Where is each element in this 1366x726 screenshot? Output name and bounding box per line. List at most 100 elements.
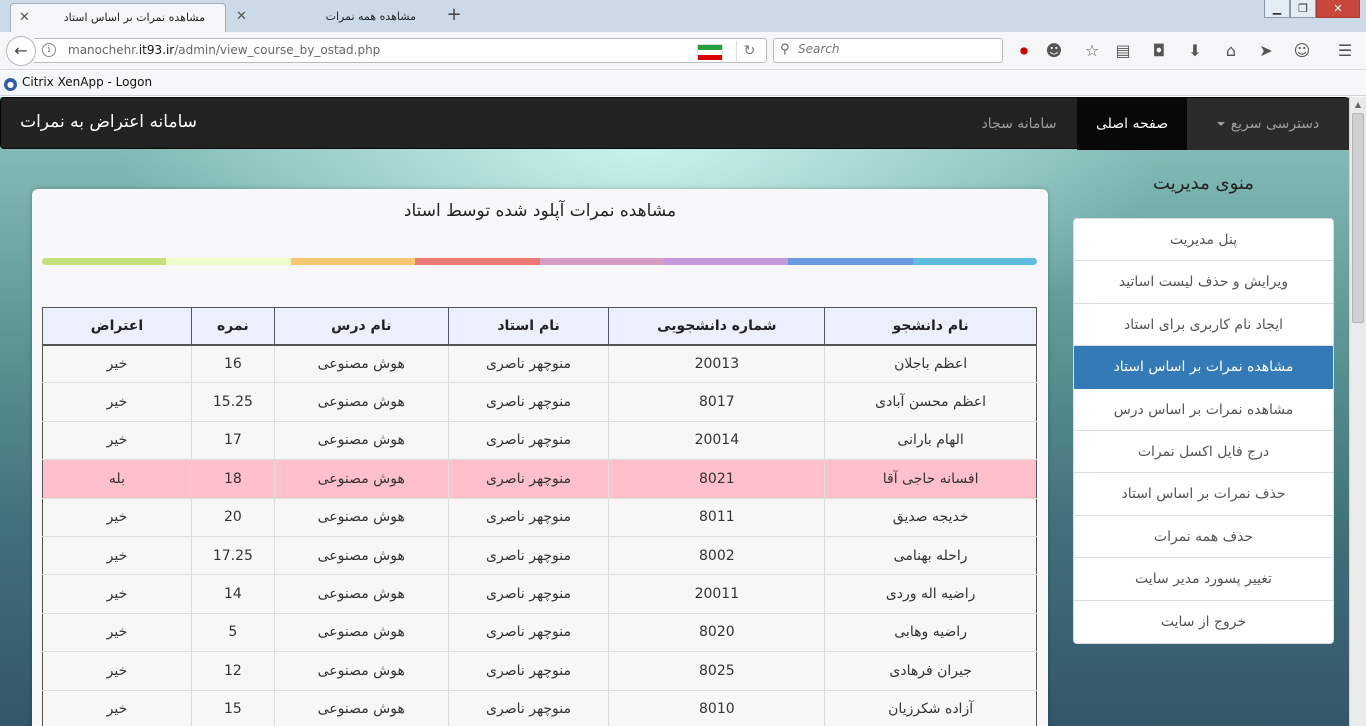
cell-student-name: آزاده شکرزیان: [824, 689, 1037, 726]
header-grade: نمره: [190, 307, 275, 346]
nav-sajad-system[interactable]: سامانه سجاد: [961, 98, 1077, 150]
avatar-menu-icon[interactable]: ☻: [1042, 39, 1066, 63]
stripe-segment: [912, 258, 1037, 265]
address-bar[interactable]: i manochehr.it93.ir/admin/view_course_by…: [34, 38, 767, 63]
cell-student-name: خدیجه صدیق: [824, 497, 1037, 537]
cell-teacher-name: منوچهر ناصری: [447, 459, 610, 499]
cell-student-id: 8002: [608, 535, 826, 576]
info-icon[interactable]: i: [42, 43, 56, 57]
tab-view-all-grades[interactable]: مشاهده همه نمرات ✕: [228, 3, 436, 32]
tab-title: مشاهده همه نمرات: [325, 10, 416, 23]
scroll-thumb[interactable]: [1352, 113, 1364, 323]
grades-table-body: اعظم باجلان 20013 منوچهر ناصری هوش مصنوعی 16…: [42, 343, 1037, 726]
restore-icon[interactable]: ❐: [1290, 0, 1316, 18]
tab-title: مشاهده نمرات بر اساس استاد: [63, 11, 205, 24]
grades-panel: مشاهده نمرات آپلود شده توسط استاد نام دا…: [32, 189, 1048, 726]
menu-item-delete-all[interactable]: حذف همه نمرات: [1074, 516, 1333, 559]
citrix-icon: ●: [4, 78, 17, 91]
cell-course-name: هوش مصنوعی: [273, 343, 449, 384]
reload-icon[interactable]: ↻: [736, 41, 762, 61]
page-scrollbar[interactable]: ▲: [1349, 97, 1366, 726]
iran-flag-icon: [697, 44, 723, 60]
header-course-name: نام درس: [273, 307, 449, 346]
table-row: جیران فرهادی 8025 منوچهر ناصری هوش مصنوعی 12…: [42, 651, 1037, 691]
site-brand[interactable]: سامانه اعتراض به نمرات: [20, 112, 197, 132]
close-tab-icon[interactable]: ✕: [236, 3, 247, 30]
cell-teacher-name: منوچهر ناصری: [447, 574, 610, 614]
cell-student-name: افسانه حاجی آقا: [824, 459, 1037, 499]
cell-objection: خیر: [42, 612, 192, 653]
search-input[interactable]: [798, 42, 993, 56]
cell-student-id: 8017: [608, 382, 826, 422]
cell-grade: 16: [190, 343, 275, 384]
search-box[interactable]: ⚲: [773, 38, 1003, 63]
cell-grade: 15: [190, 689, 275, 726]
table-row: آزاده شکرزیان 8010 منوچهر ناصری هوش مصنوعی 1…: [42, 689, 1037, 726]
new-tab-button[interactable]: +: [444, 4, 464, 28]
bookmark-citrix[interactable]: ● Citrix XenApp - Logon: [4, 75, 152, 91]
record-icon[interactable]: ⏺: [1012, 39, 1036, 63]
scroll-up-arrow-icon[interactable]: ▲: [1350, 97, 1366, 113]
cell-grade: 5: [190, 612, 275, 653]
cell-student-name: راضیه اله وردی: [824, 574, 1037, 614]
stripe-segment: [166, 258, 291, 265]
url-text: manochehr.it93.ir/admin/view_course_by_o…: [68, 43, 381, 57]
cell-course-name: هوش مصنوعی: [273, 574, 449, 614]
back-arrow-icon[interactable]: ←: [6, 36, 36, 66]
menu-item-upload-excel[interactable]: درج فایل اکسل نمرات: [1074, 431, 1333, 474]
menu-item-change-password[interactable]: تغییر پسورد مدیر سایت: [1074, 558, 1333, 601]
home-icon[interactable]: ⌂: [1219, 39, 1243, 63]
cell-student-id: 8025: [608, 651, 826, 691]
reading-list-icon[interactable]: ▤: [1111, 39, 1135, 63]
emoji-icon[interactable]: ☺: [1290, 39, 1314, 63]
stripe-segment: [788, 258, 913, 265]
menu-item-edit-teachers[interactable]: ویرایش و حذف لیست اساتید: [1074, 261, 1333, 304]
cell-student-name: اعظم محسن آبادی: [824, 382, 1037, 422]
cell-student-name: راحله بهنامی: [824, 535, 1037, 576]
nav-quick-access-dropdown[interactable]: دسترسی سریع: [1187, 98, 1349, 150]
cell-student-id: 20013: [608, 343, 826, 384]
download-icon[interactable]: ⬇: [1183, 39, 1207, 63]
nav-home[interactable]: صفحه اصلی: [1077, 98, 1187, 150]
menu-item-grades-by-teacher[interactable]: مشاهده نمرات بر اساس استاد: [1074, 346, 1333, 389]
stripe-segment: [539, 258, 664, 265]
cell-course-name: هوش مصنوعی: [273, 459, 449, 499]
menu-item-delete-by-teacher[interactable]: حذف نمرات بر اساس استاد: [1074, 473, 1333, 516]
menu-item-create-teacher-user[interactable]: ایجاد نام کاربری برای استاد: [1074, 304, 1333, 347]
cell-course-name: هوش مصنوعی: [273, 497, 449, 537]
tab-view-by-teacher[interactable]: مشاهده نمرات بر اساس استاد ✕: [10, 3, 226, 32]
cell-course-name: هوش مصنوعی: [273, 651, 449, 691]
admin-menu: پنل مدیریت ویرایش و حذف لیست اساتید ایجا…: [1073, 218, 1334, 644]
bookmark-star-icon[interactable]: ☆: [1080, 39, 1104, 63]
cell-student-id: 8020: [608, 612, 826, 653]
cell-grade: 14: [190, 574, 275, 614]
color-stripe: [42, 258, 1037, 265]
grades-table: نام دانشجو شماره دانشجویی نام استاد نام …: [42, 307, 1037, 726]
cell-teacher-name: منوچهر ناصری: [447, 651, 610, 691]
cell-teacher-name: منوچهر ناصری: [447, 420, 610, 461]
table-row: خدیجه صدیق 8011 منوچهر ناصری هوش مصنوعی 20 خی…: [42, 497, 1037, 537]
cell-grade: 18: [190, 459, 275, 499]
table-row: افسانه حاجی آقا 8021 منوچهر ناصری هوش مصنوع…: [42, 459, 1037, 499]
cell-teacher-name: منوچهر ناصری: [447, 343, 610, 384]
close-window-icon[interactable]: ✕: [1316, 0, 1360, 18]
minimize-icon[interactable]: ▁: [1264, 0, 1290, 18]
close-tab-icon[interactable]: ✕: [19, 4, 30, 31]
menu-item-admin-panel[interactable]: پنل مدیریت: [1074, 219, 1333, 262]
table-row: الهام بارانی 20014 منوچهر ناصری هوش مصنوعی 1…: [42, 420, 1037, 461]
pocket-icon[interactable]: ◘: [1147, 39, 1171, 63]
menu-item-logout[interactable]: خروج از سایت: [1074, 601, 1333, 643]
cell-grade: 20: [190, 497, 275, 537]
send-icon[interactable]: ➤: [1254, 39, 1278, 63]
hamburger-menu-icon[interactable]: ☰: [1333, 39, 1357, 63]
menu-item-grades-by-course[interactable]: مشاهده نمرات بر اساس درس: [1074, 389, 1333, 431]
cell-teacher-name: منوچهر ناصری: [447, 497, 610, 537]
table-row: راضیه وهابی 8020 منوچهر ناصری هوش مصنوعی 5 خی…: [42, 612, 1037, 653]
cell-student-name: الهام بارانی: [824, 420, 1037, 461]
cell-student-id: 8021: [608, 459, 826, 499]
panel-title: مشاهده نمرات آپلود شده توسط استاد: [403, 201, 677, 221]
table-row: اعظم باجلان 20013 منوچهر ناصری هوش مصنوعی 16…: [42, 343, 1037, 384]
stripe-segment: [415, 258, 540, 265]
cell-student-id: 20011: [608, 574, 826, 614]
cell-objection: خیر: [42, 382, 192, 422]
